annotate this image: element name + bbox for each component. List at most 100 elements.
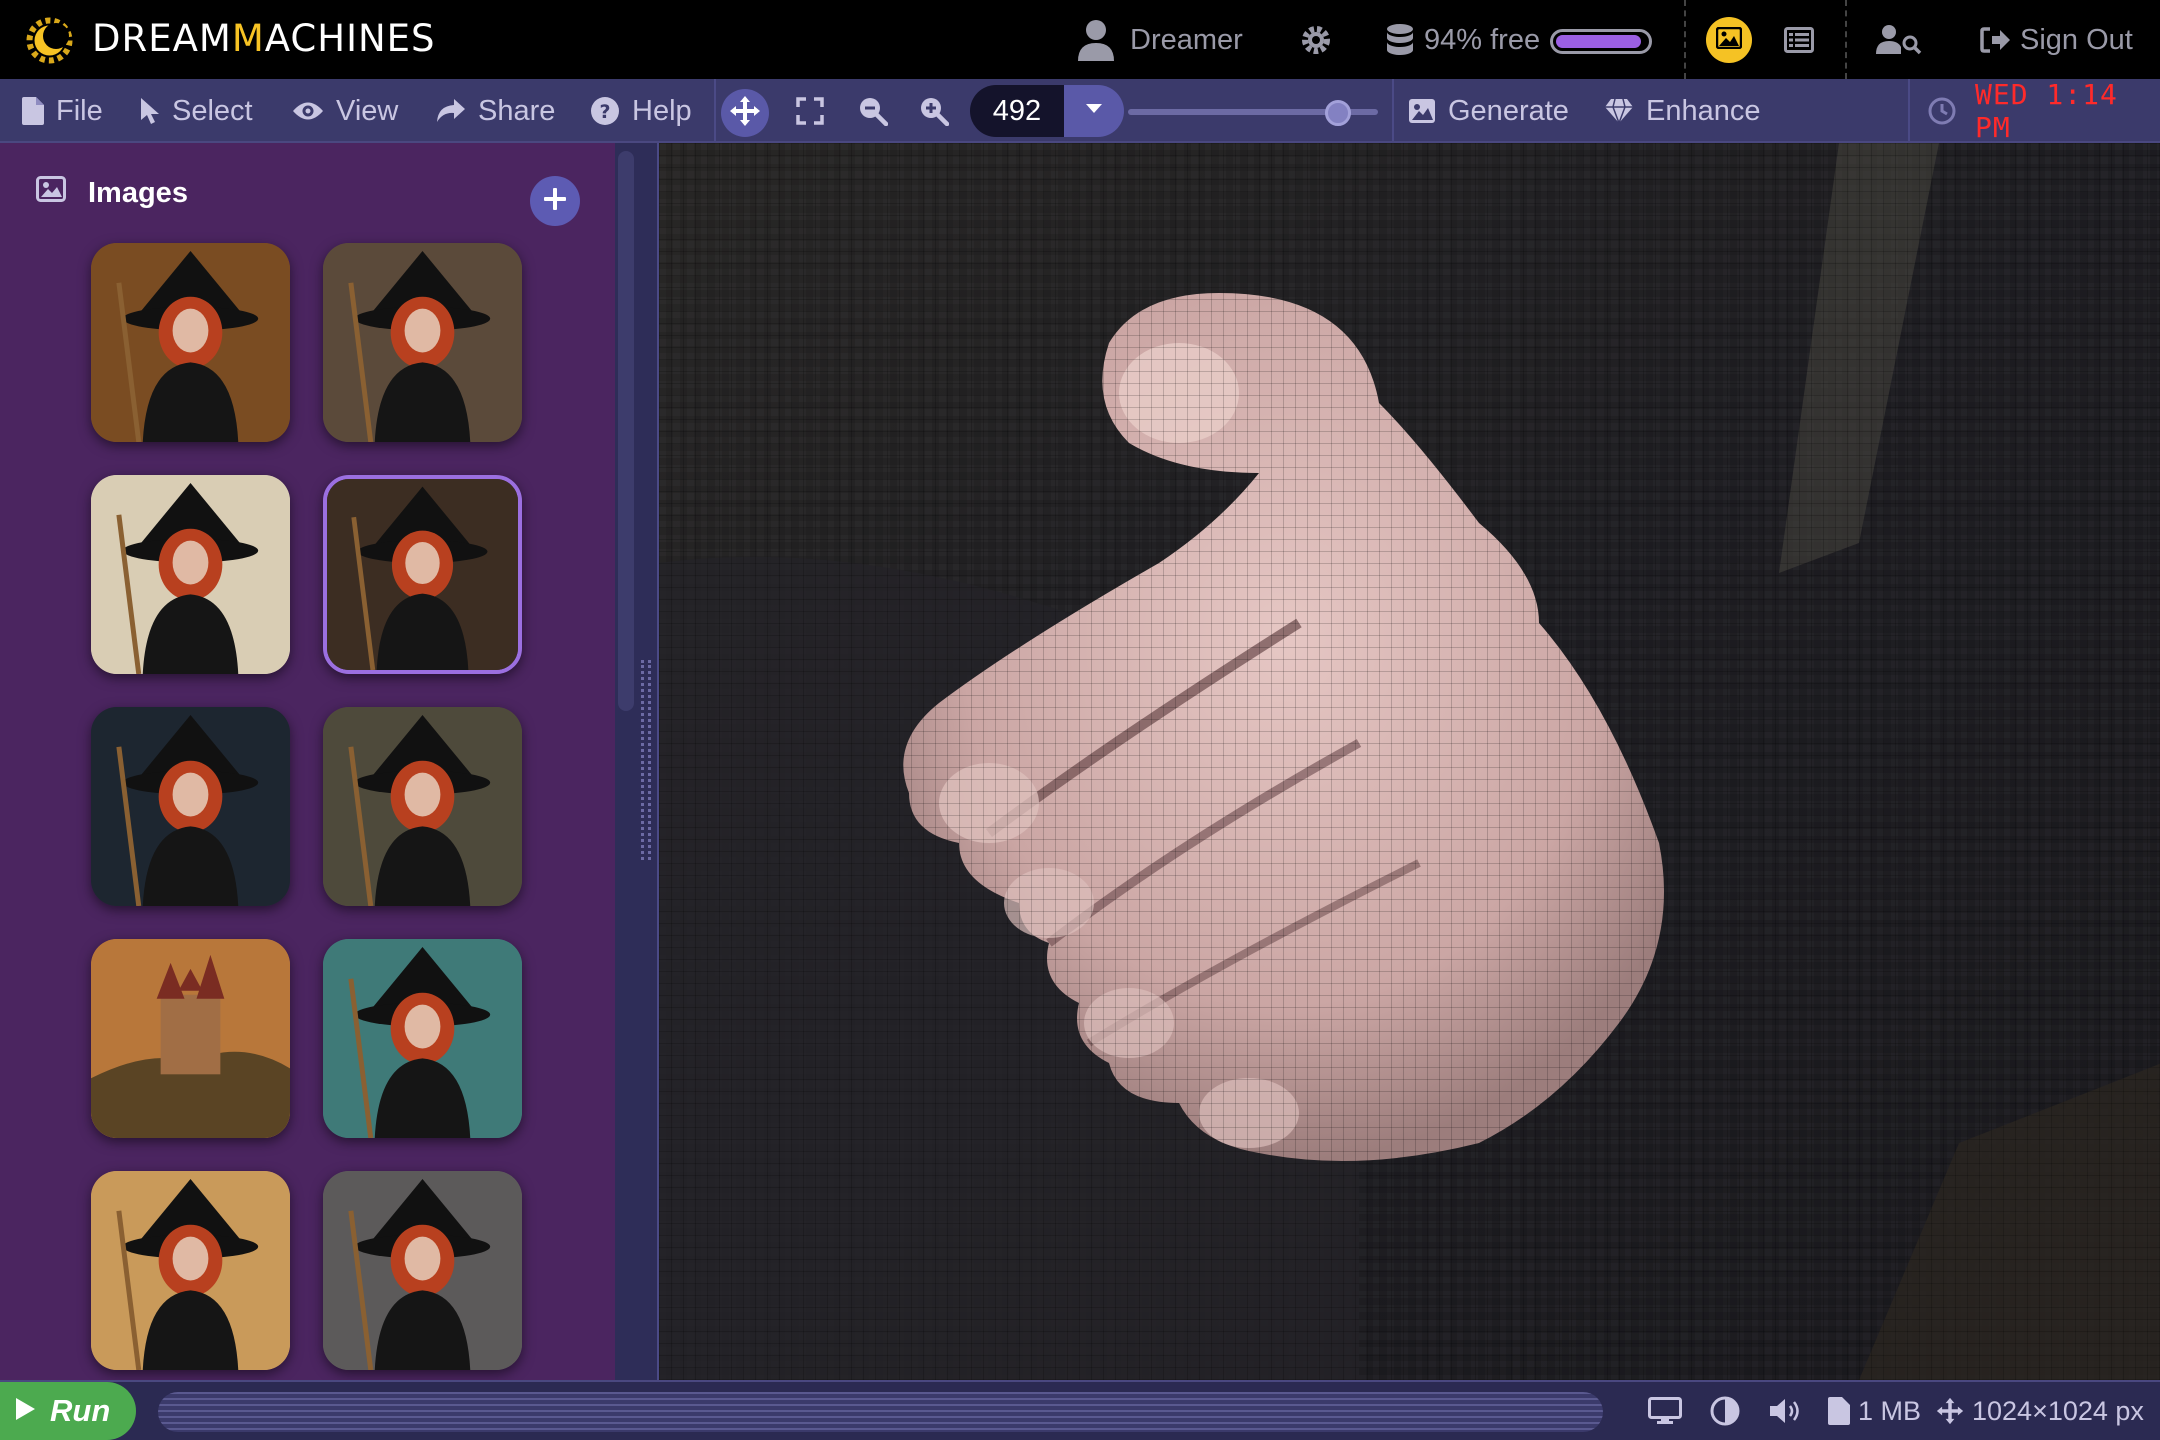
- gear-icon: [1300, 24, 1332, 56]
- fullscreen-button[interactable]: [796, 79, 836, 143]
- menu-share[interactable]: Share: [436, 79, 555, 143]
- moon-logo-icon: [22, 13, 77, 68]
- image-thumbnail[interactable]: [323, 1171, 522, 1370]
- menu-view[interactable]: View: [292, 79, 398, 143]
- play-icon: [0, 1393, 50, 1429]
- list-view-button[interactable]: [1784, 12, 1814, 68]
- sign-out-label: Sign Out: [2020, 23, 2133, 56]
- enhance-label: Enhance: [1646, 94, 1761, 127]
- images-view-button[interactable]: [1706, 17, 1752, 63]
- menu-select-label: Select: [172, 94, 253, 127]
- menu-file-label: File: [56, 94, 103, 127]
- divider: [714, 79, 716, 141]
- fullscreen-icon: [796, 97, 836, 125]
- file-size-indicator: 1 MB: [1828, 1382, 1921, 1440]
- volume-icon: [1768, 1397, 1806, 1425]
- user-name: Dreamer: [1130, 23, 1243, 56]
- resize-handle[interactable]: [641, 660, 651, 860]
- image-thumbnail[interactable]: [91, 243, 290, 442]
- add-image-button[interactable]: [530, 176, 580, 226]
- display-button[interactable]: [1648, 1382, 1682, 1440]
- image-thumbnail[interactable]: [91, 939, 290, 1138]
- volume-button[interactable]: [1768, 1382, 1806, 1440]
- zoom-out-button[interactable]: [858, 79, 900, 143]
- sign-out-button[interactable]: Sign Out: [1980, 12, 2133, 68]
- storage-text: 94% free: [1424, 23, 1541, 56]
- image-icon: [1715, 26, 1743, 54]
- monitor-icon: [1648, 1397, 1682, 1425]
- contrast-button[interactable]: [1710, 1382, 1740, 1440]
- brand-name: DREAMMACHINES: [92, 17, 436, 60]
- divider: [1908, 79, 1910, 141]
- menu-file[interactable]: File: [22, 79, 103, 143]
- storage-indicator: 94% free: [1386, 12, 1540, 68]
- svg-text:?: ?: [599, 101, 610, 123]
- divider: [1684, 0, 1686, 79]
- run-progress-bar: [158, 1392, 1603, 1432]
- menu-help[interactable]: ? Help: [590, 79, 692, 143]
- contrast-icon: [1710, 1396, 1740, 1426]
- menu-share-label: Share: [478, 94, 556, 127]
- user-icon: [1078, 19, 1114, 61]
- toolbar: File Select View Share ? Help 492 Genera…: [0, 78, 2160, 144]
- storage-bar: [1550, 29, 1652, 54]
- image-sidebar: Images: [0, 143, 615, 1380]
- move-icon: [1936, 1397, 1964, 1425]
- document-icon: [1828, 1397, 1850, 1425]
- share-icon: [436, 98, 478, 124]
- dimensions-text: 1024×1024 px: [1972, 1395, 2144, 1426]
- image-thumbnail[interactable]: [323, 939, 522, 1138]
- user-search-button[interactable]: [1876, 12, 1922, 68]
- user-menu[interactable]: Dreamer: [1078, 12, 1243, 68]
- move-tool-button[interactable]: [721, 89, 769, 137]
- clock-display: WED 1:14 PM: [1975, 78, 2118, 144]
- image-thumbnail[interactable]: [323, 707, 522, 906]
- image-canvas[interactable]: [657, 143, 2160, 1380]
- generate-label: Generate: [1448, 94, 1569, 127]
- sidebar-header: Images: [36, 173, 188, 213]
- sidebar-title: Images: [88, 176, 188, 209]
- zoom-in-icon: [919, 96, 961, 126]
- clock-icon: [1928, 97, 1968, 125]
- image-thumbnail[interactable]: [323, 243, 522, 442]
- clock-icon-wrap: [1928, 79, 1968, 143]
- menu-help-label: Help: [632, 94, 692, 127]
- run-label: Run: [50, 1393, 111, 1428]
- file-icon: [22, 97, 56, 125]
- storage-bar-fill: [1556, 35, 1641, 48]
- user-search-icon: [1876, 24, 1922, 56]
- list-icon: [1784, 27, 1814, 53]
- canvas-image: [659, 143, 2160, 1380]
- dimensions-indicator: 1024×1024 px: [1936, 1382, 2144, 1440]
- image-thumbnail[interactable]: [91, 475, 290, 674]
- cursor-icon: [140, 97, 172, 125]
- help-icon: ?: [590, 96, 632, 126]
- image-thumbnail[interactable]: [323, 475, 522, 674]
- image-thumbnail[interactable]: [91, 707, 290, 906]
- menu-select[interactable]: Select: [140, 79, 253, 143]
- zoom-dropdown-button[interactable]: [1064, 85, 1124, 137]
- plus-icon: [543, 187, 567, 216]
- zoom-slider-thumb[interactable]: [1325, 100, 1351, 126]
- menu-view-label: View: [336, 94, 399, 127]
- image-icon: [36, 176, 88, 210]
- zoom-out-icon: [858, 96, 900, 126]
- divider: [1392, 79, 1394, 141]
- diamond-icon: [1604, 98, 1646, 124]
- run-button[interactable]: Run: [0, 1382, 136, 1440]
- settings-button[interactable]: [1300, 12, 1332, 68]
- top-bar: DREAMMACHINES Dreamer 94% free Sign Out: [0, 0, 2160, 79]
- zoom-level-input[interactable]: 492: [970, 85, 1064, 137]
- sign-out-icon: [1980, 26, 2012, 54]
- divider: [1845, 0, 1847, 79]
- database-icon: [1386, 23, 1414, 57]
- generate-button[interactable]: Generate: [1408, 79, 1569, 143]
- file-size-text: 1 MB: [1858, 1395, 1922, 1426]
- image-thumbnail[interactable]: [91, 1171, 290, 1370]
- zoom-in-button[interactable]: [919, 79, 961, 143]
- generate-icon: [1408, 98, 1448, 124]
- move-icon: [729, 95, 761, 132]
- enhance-button[interactable]: Enhance: [1604, 79, 1761, 143]
- chevron-down-icon: [1085, 102, 1103, 120]
- sidebar-scrollbar[interactable]: [618, 151, 634, 711]
